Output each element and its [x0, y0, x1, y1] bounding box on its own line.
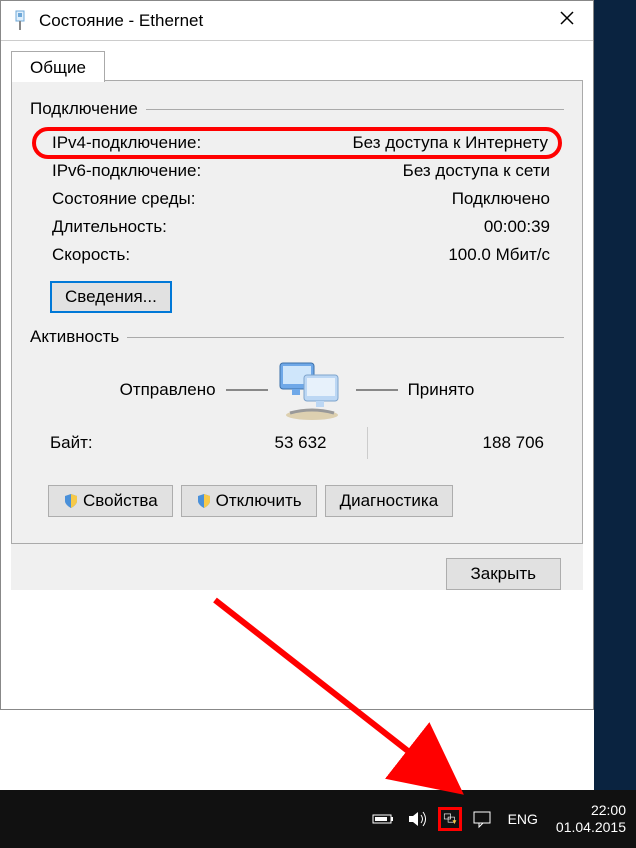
bytes-row: Байт: 53 632 188 706 [30, 429, 564, 465]
battery-icon[interactable] [372, 807, 396, 831]
ipv6-label: IPv6-подключение: [52, 161, 201, 181]
details-button[interactable]: Сведения... [50, 281, 172, 313]
activity-group: Активность Отправлено [30, 327, 564, 517]
bytes-sent: 53 632 [150, 433, 367, 453]
bytes-received: 188 706 [368, 433, 545, 453]
tray-date: 01.04.2015 [556, 819, 626, 836]
language-indicator[interactable]: ENG [504, 811, 542, 827]
close-footer-button[interactable]: Закрыть [446, 558, 561, 590]
duration-row: Длительность: 00:00:39 [32, 213, 562, 241]
sent-label: Отправлено [120, 380, 216, 400]
properties-button[interactable]: Свойства [48, 485, 173, 517]
duration-label: Длительность: [52, 217, 167, 237]
tab-panel: Подключение IPv4-подключение: Без доступ… [11, 81, 583, 544]
shield-icon [63, 493, 79, 509]
close-button[interactable] [551, 7, 583, 34]
speed-value: 100.0 Мбит/с [448, 245, 550, 265]
activity-graphic: Отправлено [30, 359, 564, 421]
dialog-footer: Закрыть [11, 544, 583, 590]
received-label: Принято [408, 380, 475, 400]
computers-icon [278, 359, 346, 421]
ipv4-label: IPv4-подключение: [52, 133, 201, 153]
media-state-row: Состояние среды: Подключено [32, 185, 562, 213]
volume-icon[interactable] [406, 807, 430, 831]
taskbar[interactable]: ENG 22:00 01.04.2015 [0, 790, 636, 848]
desktop-background [594, 0, 636, 848]
speed-label: Скорость: [52, 245, 130, 265]
media-label: Состояние среды: [52, 189, 195, 209]
media-value: Подключено [452, 189, 550, 209]
ipv6-row: IPv6-подключение: Без доступа к сети [32, 157, 562, 185]
connection-group-title: Подключение [30, 99, 138, 119]
titlebar[interactable]: Состояние - Ethernet [1, 1, 593, 41]
tab-area: Общие Подключение IPv4-подключение: Без … [1, 41, 593, 590]
tray-clock[interactable]: 22:00 01.04.2015 [552, 802, 630, 836]
window-title: Состояние - Ethernet [39, 11, 551, 31]
ethernet-icon [11, 10, 29, 32]
ipv4-row: IPv4-подключение: Без доступа к Интернет… [32, 127, 562, 159]
action-center-icon[interactable] [470, 807, 494, 831]
diagnose-button[interactable]: Диагностика [325, 485, 454, 517]
tab-general[interactable]: Общие [11, 51, 105, 82]
tray-time: 22:00 [556, 802, 626, 819]
speed-row: Скорость: 100.0 Мбит/с [32, 241, 562, 269]
connection-group: Подключение IPv4-подключение: Без доступ… [30, 99, 564, 313]
network-tray-icon[interactable] [438, 807, 462, 831]
duration-value: 00:00:39 [484, 217, 550, 237]
disable-button[interactable]: Отключить [181, 485, 317, 517]
activity-group-title: Активность [30, 327, 119, 347]
ipv6-value: Без доступа к сети [403, 161, 550, 181]
ethernet-status-dialog: Состояние - Ethernet Общие Подключение I… [0, 0, 594, 710]
bytes-label: Байт: [50, 433, 150, 453]
ipv4-value: Без доступа к Интернету [352, 133, 548, 153]
shield-icon [196, 493, 212, 509]
